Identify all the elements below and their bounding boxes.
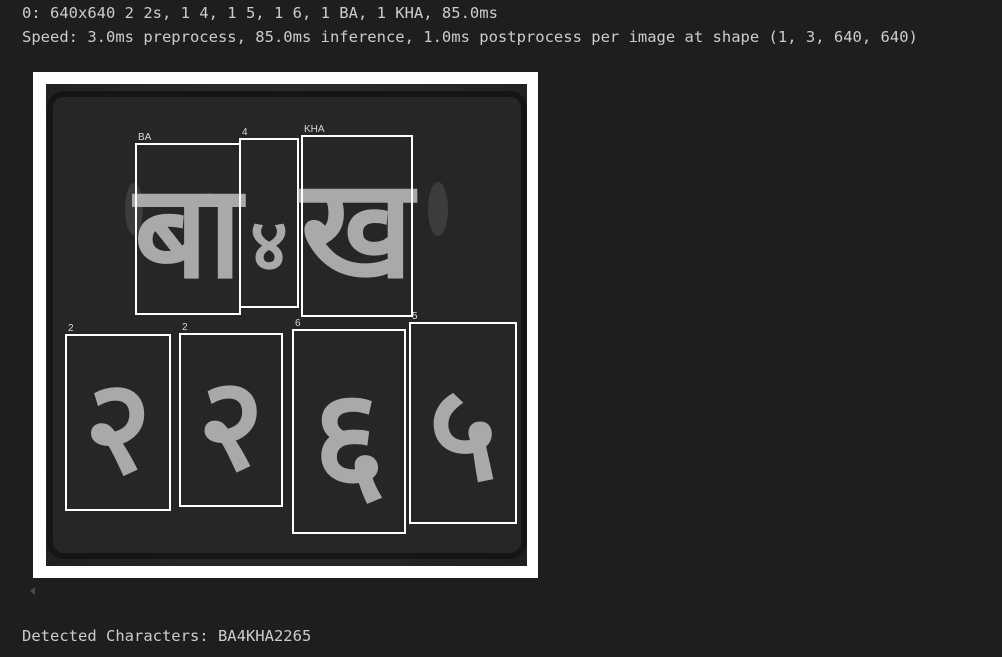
plate-glyph: ४ — [250, 204, 288, 288]
speed-summary-line: Speed: 3.0ms preprocess, 85.0ms inferenc… — [22, 28, 918, 46]
box-label: 6 — [295, 318, 301, 329]
box-label: 5 — [412, 311, 418, 322]
plate-glyph: २ — [198, 351, 264, 499]
plate-glyph: बा — [131, 156, 246, 308]
box-label: BA — [138, 132, 152, 143]
detection-3: ख KHA — [298, 124, 418, 317]
box-label: 2 — [182, 322, 188, 333]
detection-summary-line: 0: 640x640 2 2s, 1 4, 1 5, 1 6, 1 BA, 1 … — [22, 4, 498, 22]
box-label: KHA — [304, 124, 325, 135]
plate-glyph: ६ — [313, 359, 386, 522]
output-image-frame: बा BA ४ 4 ख KHA २ 2 २ 2 ६ 6 ५ 5 — [33, 72, 538, 578]
detection-overlay: बा BA ४ 4 ख KHA २ 2 २ 2 ६ 6 ५ 5 — [47, 91, 527, 559]
box-label: 2 — [68, 323, 74, 334]
plate-bolt-right — [428, 182, 448, 236]
plate-glyph: ५ — [429, 357, 498, 511]
box-label: 4 — [242, 127, 248, 138]
detection-1: बा BA — [131, 132, 246, 315]
plate-glyph: ख — [298, 149, 418, 309]
detected-characters-line: Detected Characters: BA4KHA2265 — [22, 627, 312, 645]
plate-glyph: २ — [84, 351, 152, 503]
license-plate-image: बा BA ४ 4 ख KHA २ 2 २ 2 ६ 6 ५ 5 — [46, 84, 527, 566]
scroll-left-arrow-icon[interactable] — [30, 587, 35, 595]
